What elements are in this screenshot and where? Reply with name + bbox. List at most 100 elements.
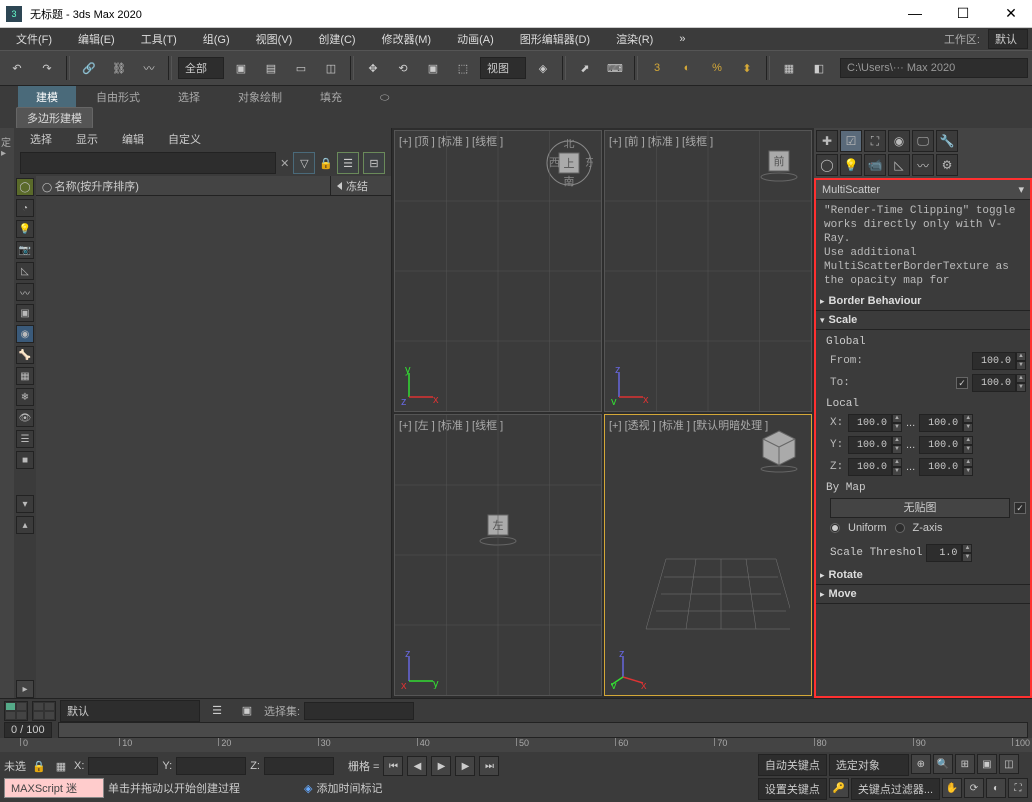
y-coord-field[interactable] [176, 757, 246, 775]
timeline-slider[interactable] [58, 722, 1028, 738]
selection-set-field[interactable] [304, 702, 414, 720]
view-mode-button-1[interactable]: ☰ [337, 152, 359, 174]
snap-toggle-button[interactable]: 3 [644, 55, 670, 81]
left-rail-arrow-icon[interactable]: ▸ [1, 148, 13, 160]
menu-file[interactable]: 文件(F) [4, 29, 64, 49]
menu-modifiers[interactable]: 修改器(M) [370, 29, 444, 49]
viewport-left[interactable]: [+] [左 ] [标准 ] [线框 ] 左 zyx [394, 414, 602, 696]
bind-spacewarp-button[interactable]: 〰 [136, 55, 162, 81]
zoom-all-icon[interactable]: ⊞ [955, 754, 975, 774]
viewport-layout-button[interactable] [4, 701, 28, 721]
named-selection-button[interactable]: ▦ [776, 55, 802, 81]
select-place-button[interactable]: ⬚ [450, 55, 476, 81]
select-object-button[interactable]: ▣ [228, 55, 254, 81]
spinner-down[interactable]: ▼ [1016, 383, 1026, 392]
rollout-multiscatter-header[interactable]: MultiScatter▾ [816, 180, 1030, 200]
selected-object-field[interactable]: 选定对象 [829, 754, 909, 776]
ribbon-tab-object-paint[interactable]: 对象绘制 [220, 86, 300, 108]
column-name-header[interactable]: ◯ 名称(按升序排序) [36, 176, 331, 195]
lock-selection-icon[interactable]: 🔒 [30, 757, 48, 775]
minimize-button[interactable]: — [900, 5, 930, 22]
keyboard-shortcut-button[interactable]: ⌨ [602, 55, 628, 81]
filter-layer-icon[interactable]: ☰ [16, 430, 34, 448]
cmd-tab-utilities[interactable]: 🔧 [936, 130, 958, 152]
project-path-field[interactable]: C:\Users\··· Max 2020 [840, 58, 1028, 78]
prev-frame-button[interactable]: ◀ [407, 756, 427, 776]
rollout-rotate-header[interactable]: ▸Rotate [816, 566, 1030, 585]
view-mode-button-2[interactable]: ⊟ [363, 152, 385, 174]
close-button[interactable]: ✕ [996, 5, 1026, 22]
filter-hidden-icon[interactable]: 👁 [16, 409, 34, 427]
cmd-tab-display[interactable]: 🖵 [912, 130, 934, 152]
orbit-icon[interactable]: ⟳ [964, 778, 984, 798]
viewport-perspective[interactable]: [+] [透视 ] [标准 ] [默认明暗处理 ] zxy [604, 414, 812, 696]
local-z-to-field[interactable] [919, 458, 963, 476]
cmd-sub-helpers-icon[interactable]: ◺ [888, 154, 910, 176]
uniform-radio[interactable] [830, 523, 840, 533]
scene-explorer-search-input[interactable] [20, 152, 276, 174]
key-mode-icon[interactable]: ⊕ [911, 754, 931, 774]
time-display[interactable]: 0 / 100 [4, 722, 52, 738]
filter-xrefs-icon[interactable]: ◉ [16, 325, 34, 343]
goto-end-button[interactable]: ⏭ [479, 756, 499, 776]
ribbon-tab-modeling[interactable]: 建模 [18, 86, 76, 108]
workspace-select[interactable]: 默认 [988, 29, 1028, 49]
menu-rendering[interactable]: 渲染(R) [604, 29, 665, 49]
local-y-to-field[interactable] [919, 436, 963, 454]
set-key-button[interactable]: 设置关键点 [758, 778, 827, 800]
rollout-move-header[interactable]: ▸Move [816, 585, 1030, 604]
local-x-from-field[interactable] [848, 414, 892, 432]
angle-snap-button[interactable]: ◐ [674, 55, 700, 81]
viewport-front[interactable]: [+] [前 ] [标准 ] [线框 ] 前 zxy [604, 130, 812, 412]
ribbon-sub-polymodel[interactable]: 多边形建模 [16, 107, 93, 129]
max-toggle-icon[interactable]: ⛶ [1008, 778, 1028, 798]
unlink-button[interactable]: ⛓ [106, 55, 132, 81]
transform-type-in-icon[interactable]: ▦ [52, 757, 70, 775]
select-manipulate-button[interactable]: ⬈ [572, 55, 598, 81]
scale-to-field[interactable] [972, 374, 1016, 392]
select-rotate-button[interactable]: ⟲ [390, 55, 416, 81]
undo-button[interactable]: ↶ [4, 55, 30, 81]
pivot-center-button[interactable]: ◈ [530, 55, 556, 81]
ribbon-tab-selection[interactable]: 选择 [160, 86, 218, 108]
local-y-from-field[interactable] [848, 436, 892, 454]
local-z-from-field[interactable] [848, 458, 892, 476]
zoom-extents-all-icon[interactable]: ◫ [999, 754, 1019, 774]
reference-coord-select[interactable]: 视图 [480, 57, 526, 79]
filter-expand-icon[interactable]: ▾ [16, 495, 34, 513]
menu-graph-editors[interactable]: 图形编辑器(D) [508, 29, 602, 49]
cmd-sub-standard[interactable]: ◯ [816, 154, 838, 176]
percent-snap-button[interactable]: % [704, 55, 730, 81]
filter-all-icon[interactable]: ■ [16, 451, 34, 469]
isolate-icon[interactable]: ▣ [234, 698, 260, 724]
select-scale-button[interactable]: ▣ [420, 55, 446, 81]
filter-collapse-icon[interactable]: ▴ [16, 516, 34, 534]
menu-tools[interactable]: 工具(T) [129, 29, 189, 49]
cmd-tab-create[interactable]: ✚ [816, 130, 838, 152]
layer-field[interactable]: 默认 [60, 700, 200, 722]
column-frozen-header[interactable]: 冻结 [331, 176, 391, 195]
selection-filter-select[interactable]: 全部 [178, 57, 224, 79]
menu-views[interactable]: 视图(V) [244, 29, 305, 49]
play-icon[interactable]: ▸ [16, 680, 34, 698]
menu-create[interactable]: 创建(C) [306, 29, 367, 49]
cmd-tab-motion[interactable]: ◉ [888, 130, 910, 152]
maxscript-listener[interactable] [4, 778, 104, 798]
filter-lights-icon[interactable]: 💡 [16, 220, 34, 238]
link-button[interactable]: 🔗 [76, 55, 102, 81]
local-x-to-field[interactable] [919, 414, 963, 432]
viewport-persp-label[interactable]: [+] [透视 ] [标准 ] [默认明暗处理 ] [609, 417, 768, 433]
pan-icon[interactable]: ✋ [942, 778, 962, 798]
spinner-down[interactable]: ▼ [1016, 361, 1026, 370]
spinner-up[interactable]: ▲ [1016, 374, 1026, 383]
spinner-up[interactable]: ▲ [1016, 352, 1026, 361]
zoom-extents-icon[interactable]: ▣ [977, 754, 997, 774]
viewport-top[interactable]: [+] [顶 ] [标准 ] [线框 ] 上北南西东 yxz [394, 130, 602, 412]
filter-shapes-icon[interactable]: ◔ [16, 199, 34, 217]
menu-overflow[interactable]: » [667, 31, 697, 47]
select-move-button[interactable]: ✥ [360, 55, 386, 81]
time-tag-icon[interactable]: ◈ [304, 782, 312, 795]
cmd-sub-cameras-icon[interactable]: 📹 [864, 154, 886, 176]
threshold-field[interactable] [926, 544, 962, 562]
filter-cameras-icon[interactable]: 📷 [16, 241, 34, 259]
